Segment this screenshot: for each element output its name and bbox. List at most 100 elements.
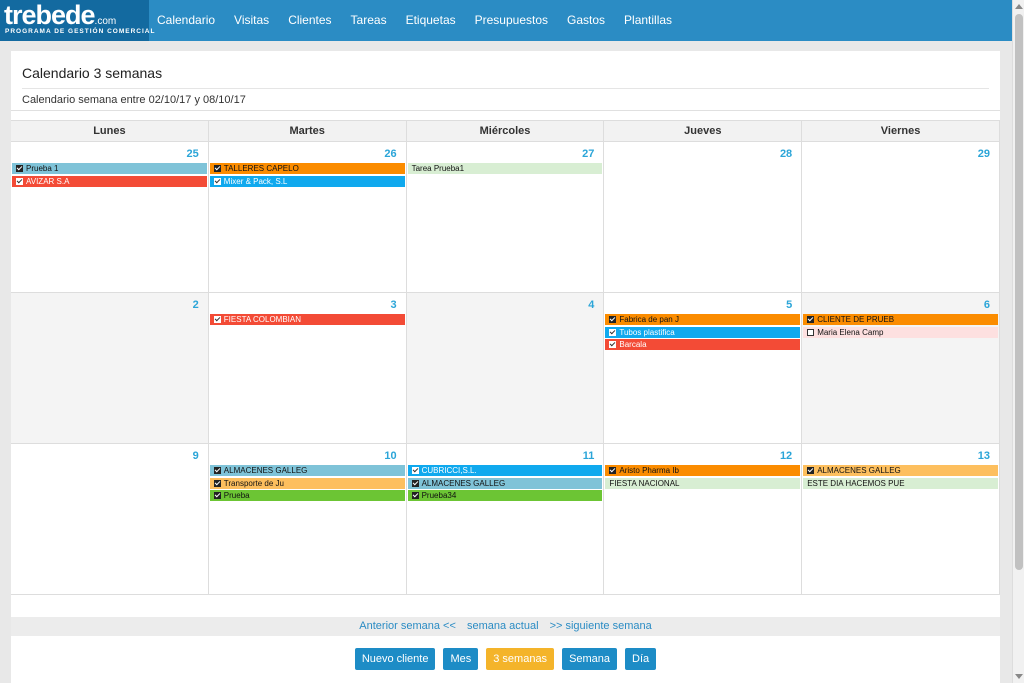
day-cell[interactable]: 27 Tarea Prueba1 — [407, 142, 605, 292]
view-button-día[interactable]: Día — [625, 648, 657, 670]
day-cell[interactable]: 9 — [11, 444, 209, 594]
day-number[interactable]: 12 — [780, 450, 792, 462]
event-list: ALMACENES GALLEG Transporte de Ju Prueba — [209, 465, 405, 503]
event-label: AVIZAR S.A — [26, 176, 70, 186]
day-cell[interactable]: 28 — [604, 142, 803, 292]
view-button-semana[interactable]: Semana — [562, 648, 618, 670]
day-number[interactable]: 2 — [193, 299, 199, 311]
checkbox-icon[interactable] — [213, 492, 221, 499]
checkbox-icon[interactable] — [609, 341, 617, 348]
scroll-down-arrow-icon[interactable] — [1015, 674, 1023, 679]
event-label: Prueba 1 — [26, 164, 59, 173]
calendar-event[interactable]: ESTE DIA HACEMOS PUE — [803, 477, 998, 489]
previous-week-link[interactable]: Anterior semana << — [359, 620, 456, 632]
day-number[interactable]: 26 — [384, 148, 396, 160]
checkbox-icon[interactable] — [609, 316, 617, 323]
calendar-event[interactable]: Maria Elena Camp — [803, 326, 998, 338]
trebede-logo[interactable]: trebede.com PROGRAMA DE GESTIÓN COMERCIA… — [0, 0, 154, 41]
calendar-event[interactable]: ALMACENES GALLEG — [803, 465, 998, 476]
day-cell[interactable]: 5 Fabrica de pan J Tubos plastifica Barcala — [604, 293, 803, 443]
checkbox-icon[interactable] — [807, 467, 815, 474]
event-label: Barcala — [619, 340, 647, 349]
day-cell[interactable]: 4 — [406, 293, 605, 443]
day-number[interactable]: 28 — [780, 148, 792, 160]
day-number[interactable]: 25 — [187, 148, 199, 160]
event-label: FIESTA COLOMBIAN — [223, 315, 301, 324]
day-cell[interactable]: 13 ALMACENES GALLEG ESTE DIA HACEMOS PUE — [802, 444, 1000, 594]
day-number[interactable]: 11 — [583, 450, 595, 462]
calendar-event[interactable]: Tarea Prueba1 — [407, 163, 603, 174]
day-number[interactable]: 4 — [588, 299, 594, 311]
nav-item-tareas[interactable]: Tareas — [351, 0, 387, 41]
day-number[interactable]: 9 — [193, 450, 199, 462]
checkbox-icon[interactable] — [16, 177, 23, 185]
week-navigation: Anterior semana << semana actual >> sigu… — [11, 617, 1000, 636]
calendar-event[interactable]: Prueba — [209, 490, 405, 501]
day-cell[interactable]: 29 — [802, 142, 1000, 292]
checkbox-icon[interactable] — [213, 165, 221, 172]
calendar-event[interactable]: Prueba 1 — [12, 163, 207, 174]
nav-item-visitas[interactable]: Visitas — [234, 0, 269, 41]
checkbox-icon[interactable] — [411, 467, 419, 474]
scroll-thumb[interactable] — [1015, 14, 1023, 570]
checkbox-icon[interactable] — [213, 479, 221, 487]
day-number[interactable]: 27 — [582, 148, 594, 160]
calendar-event[interactable]: Aristo Pharma Ib — [605, 465, 801, 476]
view-button-3-semanas[interactable]: 3 semanas — [486, 648, 555, 670]
calendar-event[interactable]: AVIZAR S.A — [12, 175, 207, 187]
nav-item-gastos[interactable]: Gastos — [567, 0, 605, 41]
day-number[interactable]: 3 — [390, 299, 396, 311]
checkbox-icon[interactable] — [411, 479, 419, 487]
calendar-event[interactable]: Mixer & Pack, S.L — [209, 175, 405, 187]
calendar-event[interactable]: Prueba34 — [407, 490, 603, 501]
nav-item-plantillas[interactable]: Plantillas — [624, 0, 672, 41]
nav-item-etiquetas[interactable]: Etiquetas — [406, 0, 456, 41]
day-cell[interactable]: 3 FIESTA COLOMBIAN — [209, 293, 407, 443]
day-cell[interactable]: 26 TALLERES CAPELO Mixer & Pack, S.L — [209, 142, 407, 292]
page-scrollbar[interactable] — [1012, 0, 1024, 683]
day-number[interactable]: 6 — [984, 299, 990, 311]
checkbox-icon[interactable] — [807, 328, 815, 336]
day-number[interactable]: 29 — [978, 148, 990, 160]
calendar-event[interactable]: FIESTA COLOMBIAN — [209, 314, 405, 325]
event-label: Mixer & Pack, S.L — [223, 176, 288, 186]
week-row: 25 Prueba 1 AVIZAR S.A 26 TALLERES CAPELO Mix… — [11, 142, 1000, 293]
calendar-event[interactable]: CUBRICCI,S.L. — [407, 465, 603, 476]
view-button-mes[interactable]: Mes — [443, 648, 479, 670]
calendar-event[interactable]: ALMACENES GALLEG — [407, 477, 603, 489]
day-cell[interactable]: 11 CUBRICCI,S.L. ALMACENES GALLEG Prueba34 — [407, 444, 605, 594]
calendar-event[interactable]: ALMACENES GALLEG — [209, 465, 405, 476]
calendar-event[interactable]: CLIENTE DE PRUEB — [803, 314, 998, 325]
calendar-event[interactable]: Fabrica de pan J — [605, 314, 801, 325]
calendar-event[interactable]: Transporte de Ju — [209, 477, 405, 489]
day-cell[interactable]: 25 Prueba 1 AVIZAR S.A — [11, 142, 209, 292]
day-number[interactable]: 5 — [786, 299, 792, 311]
nav-item-calendario[interactable]: Calendario — [157, 0, 215, 41]
nav-item-presupuestos[interactable]: Presupuestos — [475, 0, 548, 41]
nav-item-clientes[interactable]: Clientes — [288, 0, 331, 41]
day-number[interactable]: 13 — [978, 450, 990, 462]
checkbox-icon[interactable] — [609, 328, 617, 336]
calendar-event[interactable]: TALLERES CAPELO — [209, 163, 405, 174]
calendar-event[interactable]: Tubos plastifica — [605, 326, 801, 338]
checkbox-icon[interactable] — [807, 316, 815, 323]
scroll-up-arrow-icon[interactable] — [1015, 4, 1023, 9]
day-number[interactable]: 10 — [384, 450, 396, 462]
day-cell[interactable]: 2 — [11, 293, 209, 443]
day-cell[interactable]: 6 CLIENTE DE PRUEB Maria Elena Camp — [802, 293, 1000, 443]
next-week-link[interactable]: >> siguiente semana — [550, 620, 652, 632]
checkbox-icon[interactable] — [609, 467, 617, 474]
checkbox-icon[interactable] — [213, 316, 221, 323]
checkbox-icon[interactable] — [16, 165, 23, 172]
day-cell[interactable]: 12 Aristo Pharma Ib FIESTA NACIONAL — [604, 444, 803, 594]
calendar-event[interactable]: FIESTA NACIONAL — [605, 477, 801, 489]
checkbox-icon[interactable] — [213, 177, 221, 185]
checkbox-icon[interactable] — [213, 467, 221, 474]
current-week-link[interactable]: semana actual — [467, 620, 539, 632]
view-button-nuevo-cliente[interactable]: Nuevo cliente — [354, 648, 436, 670]
calendar-event[interactable]: Barcala — [605, 339, 801, 350]
event-label: Fabrica de pan J — [619, 315, 679, 324]
day-cell[interactable]: 10 ALMACENES GALLEG Transporte de Ju Prueba — [209, 444, 407, 594]
event-label: Tubos plastifica — [619, 327, 675, 337]
checkbox-icon[interactable] — [411, 492, 419, 499]
